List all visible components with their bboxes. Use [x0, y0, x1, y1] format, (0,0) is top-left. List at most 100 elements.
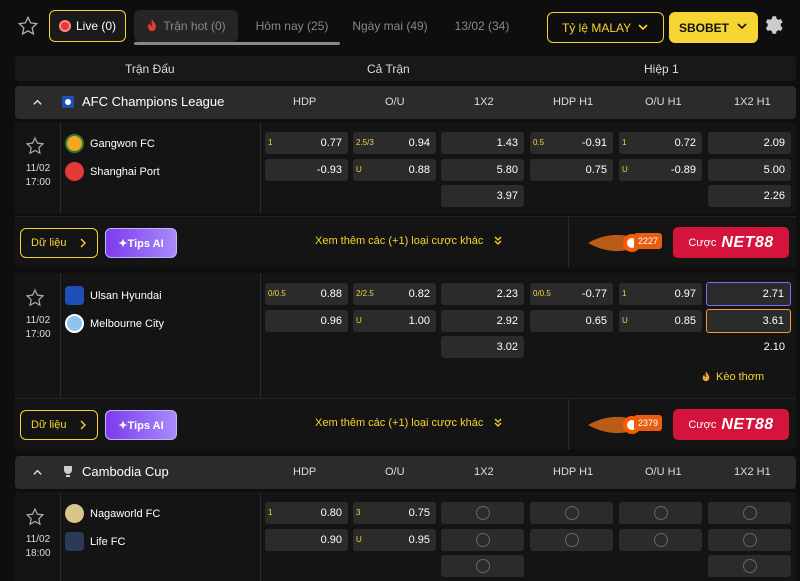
data-button[interactable]: Dữ liệu [20, 410, 98, 440]
bookmaker-select[interactable]: SBOBET [669, 12, 758, 43]
odds-cell[interactable]: 5.00 [708, 159, 791, 181]
odds-value: 0.90 [320, 534, 342, 546]
hdr-hdp-h1: HDP H1 [553, 466, 594, 478]
odds-cell[interactable]: 0.5 -0.91 [530, 132, 613, 154]
tab-hot[interactable]: Trận hot (0) [134, 10, 238, 42]
team-name: Melbourne City [90, 317, 164, 330]
odds-cell[interactable]: U 0.95 [353, 529, 436, 551]
away-team[interactable]: Life FC [65, 532, 125, 551]
league-header[interactable]: AFC Champions League HDP O/U 1X2 HDP H1 … [15, 86, 796, 119]
odds-cell[interactable]: 5.80 [441, 159, 524, 181]
hot-odds-tag[interactable]: Kèo thơm [701, 370, 764, 384]
odds-line: 1 [268, 138, 273, 147]
odds-cell[interactable]: 0/0.5 0.88 [265, 283, 348, 305]
team-name: Nagaworld FC [90, 507, 161, 520]
odds-cell-locked[interactable] [708, 529, 791, 551]
tab-today[interactable]: Hôm nay (25) [246, 10, 338, 42]
more-bets-link[interactable]: Xem thêm các (+1) loại cược khác [315, 235, 503, 247]
loading-icon [564, 506, 579, 520]
odds-cell[interactable]: 0.90 [265, 529, 348, 551]
odds-cell[interactable]: 2.5/3 0.94 [353, 132, 436, 154]
odds-cell[interactable]: U -0.89 [619, 159, 702, 181]
odds-cell-locked[interactable] [441, 555, 524, 577]
odds-cell[interactable]: 2.10 [708, 336, 791, 358]
home-team[interactable]: Ulsan Hyundai [65, 286, 162, 305]
match-datetime: 11/02 17:00 [23, 162, 53, 190]
odds-line: 0.5 [533, 138, 545, 147]
odds-cell[interactable]: 2.26 [708, 185, 791, 207]
match-time: 18:00 [25, 548, 51, 559]
home-team[interactable]: Nagaworld FC [65, 504, 160, 523]
odds-cell[interactable]: 2.09 [708, 132, 791, 154]
tips-ai-button[interactable]: ✦Tips AI [105, 228, 177, 258]
odds-cell-locked[interactable] [708, 502, 791, 524]
away-team[interactable]: Melbourne City [65, 314, 164, 333]
gear-icon[interactable] [762, 14, 784, 36]
odds-cell-highlighted[interactable]: 3.61 [706, 309, 791, 333]
star-icon[interactable] [25, 288, 45, 308]
odds-value: 2.71 [762, 288, 784, 300]
odds-cell[interactable]: 1 0.97 [619, 283, 702, 305]
tab-scrollbar[interactable] [134, 42, 340, 45]
tab-date[interactable]: 13/02 (34) [444, 10, 520, 42]
chevron-down-icon [737, 23, 747, 30]
odds-cell[interactable]: 2.23 [441, 283, 524, 305]
net88-bet-button[interactable]: Cược NET88 [673, 227, 789, 258]
odds-cell[interactable]: 1 0.80 [265, 502, 348, 524]
data-button[interactable]: Dữ liệu [20, 228, 98, 258]
col-match: Trận Đấu [125, 62, 175, 76]
team-logo-icon [65, 134, 84, 153]
hdr-ou: O/U [385, 466, 405, 478]
tab-hot-label: Trận hot [163, 19, 208, 33]
odds-cell-locked[interactable] [619, 529, 702, 551]
odds-cell-locked[interactable] [530, 529, 613, 551]
odds-value: -0.93 [316, 164, 342, 176]
odds-cell[interactable]: 2.92 [441, 310, 524, 332]
chevron-up-icon[interactable] [32, 467, 43, 478]
away-team[interactable]: Shanghai Port [65, 162, 160, 181]
fire-count-badge: 2227 [634, 233, 663, 249]
odds-cell[interactable]: 2/2.5 0.82 [353, 283, 436, 305]
net88-bet-button[interactable]: Cược NET88 [673, 409, 789, 440]
odds-cell-locked[interactable] [619, 502, 702, 524]
match-row: 11/02 17:00 Gangwon FC Shanghai Port 1 0.… [15, 122, 796, 214]
odds-cell-locked[interactable] [441, 529, 524, 551]
odds-cell-locked[interactable] [530, 502, 613, 524]
odds-cell-highlighted[interactable]: 2.71 [706, 282, 791, 306]
team-logo-icon [65, 162, 84, 181]
odds-cell[interactable]: U 1.00 [353, 310, 436, 332]
home-team[interactable]: Gangwon FC [65, 134, 155, 153]
odds-cell[interactable]: 3.97 [441, 185, 524, 207]
loading-icon [475, 559, 490, 573]
column-header: Trận Đấu Cả Trận Hiệp 1 [15, 56, 796, 81]
star-icon[interactable] [17, 15, 39, 37]
more-bets-link[interactable]: Xem thêm các (+1) loại cược khác [315, 417, 503, 429]
odds-cell[interactable]: 0.96 [265, 310, 348, 332]
divider [568, 217, 569, 268]
chevron-right-icon [80, 238, 86, 248]
odds-cell[interactable]: 0.65 [530, 310, 613, 332]
odds-cell[interactable]: U 0.85 [619, 310, 702, 332]
league-header[interactable]: Cambodia Cup HDP O/U 1X2 HDP H1 O/U H1 1… [15, 456, 796, 489]
tips-ai-button[interactable]: ✦Tips AI [105, 410, 177, 440]
team-logo-icon [65, 314, 84, 333]
odds-cell[interactable]: -0.93 [265, 159, 348, 181]
star-icon[interactable] [25, 507, 45, 527]
odds-cell-locked[interactable] [708, 555, 791, 577]
star-icon[interactable] [25, 136, 45, 156]
tab-live[interactable]: Live (0) [49, 10, 126, 42]
team-name: Gangwon FC [90, 137, 155, 150]
odds-cell[interactable]: 0/0.5 -0.77 [530, 283, 613, 305]
odds-cell[interactable]: 3 0.75 [353, 502, 436, 524]
odds-cell[interactable]: 1.43 [441, 132, 524, 154]
odds-cell[interactable]: 1 0.72 [619, 132, 702, 154]
odds-cell[interactable]: 1 0.77 [265, 132, 348, 154]
odds-cell[interactable]: U 0.88 [353, 159, 436, 181]
odds-cell-locked[interactable] [441, 502, 524, 524]
tab-tomorrow[interactable]: Ngày mai (49) [344, 10, 436, 42]
top-bar: Live (0) Trận hot (0) Hôm nay (25) Ngày … [0, 0, 800, 52]
odds-cell[interactable]: 3.02 [441, 336, 524, 358]
odds-type-select[interactable]: Tỷ lệ MALAY [547, 12, 664, 43]
chevron-up-icon[interactable] [32, 97, 43, 108]
odds-cell[interactable]: 0.75 [530, 159, 613, 181]
